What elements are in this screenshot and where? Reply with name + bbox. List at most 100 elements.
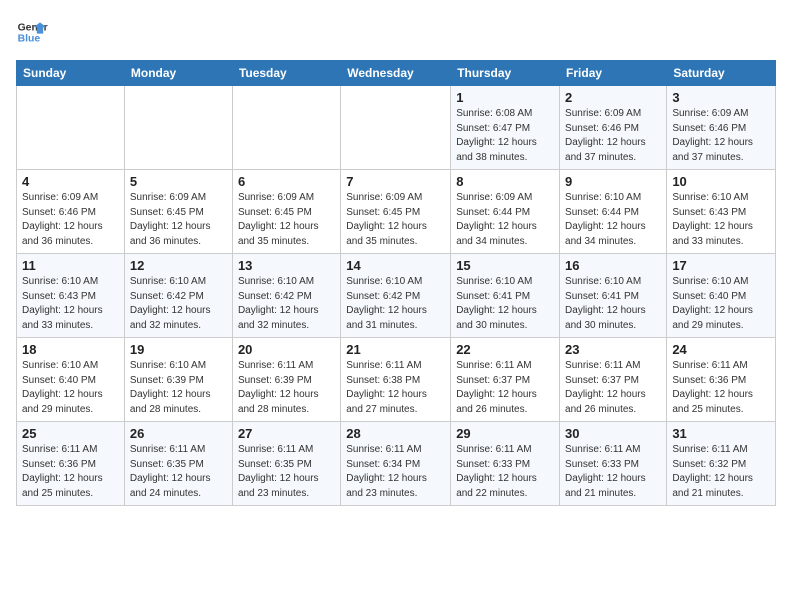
day-info: Sunrise: 6:11 AM Sunset: 6:37 PM Dayligh… [456,359,554,417]
day-number: 27 [238,426,335,441]
day-number: 30 [565,426,661,441]
day-number: 11 [22,258,119,273]
calendar-cell: 14 Sunrise: 6:10 AM Sunset: 6:42 PM Dayli… [341,254,451,338]
day-number: 20 [238,342,335,357]
day-number: 6 [238,174,335,189]
day-info: Sunrise: 6:10 AM Sunset: 6:40 PM Dayligh… [22,359,119,417]
calendar-cell: 21 Sunrise: 6:11 AM Sunset: 6:38 PM Dayli… [341,338,451,422]
day-header: Saturday [667,61,776,86]
svg-text:General: General [18,22,48,33]
day-info: Sunrise: 6:11 AM Sunset: 6:34 PM Dayligh… [346,443,445,501]
day-info: Sunrise: 6:11 AM Sunset: 6:33 PM Dayligh… [456,443,554,501]
calendar-cell: 19 Sunrise: 6:10 AM Sunset: 6:39 PM Dayli… [124,338,232,422]
day-number: 17 [672,258,770,273]
header: General Blue [16,16,776,48]
day-info: Sunrise: 6:10 AM Sunset: 6:42 PM Dayligh… [130,275,227,333]
calendar-week-row: 1 Sunrise: 6:08 AM Sunset: 6:47 PM Daylig… [17,86,776,170]
svg-text:Blue: Blue [18,34,41,45]
day-number: 7 [346,174,445,189]
day-info: Sunrise: 6:11 AM Sunset: 6:35 PM Dayligh… [238,443,335,501]
calendar-week-row: 25 Sunrise: 6:11 AM Sunset: 6:36 PM Dayli… [17,422,776,506]
day-number: 21 [346,342,445,357]
day-info: Sunrise: 6:08 AM Sunset: 6:47 PM Dayligh… [456,107,554,165]
calendar-cell: 18Sunrise: 6:10 AM Sunset: 6:40 PM Dayli… [17,338,125,422]
day-number: 23 [565,342,661,357]
calendar-cell [232,86,340,170]
calendar-cell: 3 Sunrise: 6:09 AM Sunset: 6:46 PM Daylig… [667,86,776,170]
calendar-cell: 9 Sunrise: 6:10 AM Sunset: 6:44 PM Daylig… [560,170,667,254]
day-info: Sunrise: 6:09 AM Sunset: 6:45 PM Dayligh… [346,191,445,249]
calendar-week-row: 4 Sunrise: 6:09 AM Sunset: 6:46 PM Daylig… [17,170,776,254]
logo: General Blue [16,16,48,48]
calendar-cell [124,86,232,170]
day-number: 15 [456,258,554,273]
calendar-cell [17,86,125,170]
day-info: Sunrise: 6:09 AM Sunset: 6:45 PM Dayligh… [130,191,227,249]
day-info: Sunrise: 6:09 AM Sunset: 6:44 PM Dayligh… [456,191,554,249]
day-number: 25 [22,426,119,441]
day-info: Sunrise: 6:10 AM Sunset: 6:41 PM Dayligh… [456,275,554,333]
day-header: Monday [124,61,232,86]
calendar-cell: 26Sunrise: 6:11 AM Sunset: 6:35 PM Dayli… [124,422,232,506]
day-number: 10 [672,174,770,189]
calendar-cell: 10 Sunrise: 6:10 AM Sunset: 6:43 PM Dayli… [667,170,776,254]
day-number: 2 [565,90,661,105]
day-info: Sunrise: 6:10 AM Sunset: 6:43 PM Dayligh… [672,191,770,249]
day-info: Sunrise: 6:11 AM Sunset: 6:36 PM Dayligh… [22,443,119,501]
day-info: Sunrise: 6:10 AM Sunset: 6:39 PM Dayligh… [130,359,227,417]
logo-icon: General Blue [16,16,48,48]
day-number: 24 [672,342,770,357]
day-number: 14 [346,258,445,273]
calendar-cell: 15 Sunrise: 6:10 AM Sunset: 6:41 PM Dayli… [451,254,560,338]
day-number: 29 [456,426,554,441]
day-info: Sunrise: 6:09 AM Sunset: 6:45 PM Dayligh… [238,191,335,249]
calendar-cell: 12 Sunrise: 6:10 AM Sunset: 6:42 PM Dayli… [124,254,232,338]
calendar-cell [341,86,451,170]
day-header: Wednesday [341,61,451,86]
day-header: Sunday [17,61,125,86]
calendar-cell: 17Sunrise: 6:10 AM Sunset: 6:40 PM Dayli… [667,254,776,338]
calendar-cell: 2 Sunrise: 6:09 AM Sunset: 6:46 PM Daylig… [560,86,667,170]
day-number: 5 [130,174,227,189]
day-info: Sunrise: 6:09 AM Sunset: 6:46 PM Dayligh… [565,107,661,165]
day-number: 31 [672,426,770,441]
day-info: Sunrise: 6:10 AM Sunset: 6:44 PM Dayligh… [565,191,661,249]
day-info: Sunrise: 6:10 AM Sunset: 6:41 PM Dayligh… [565,275,661,333]
calendar-week-row: 11Sunrise: 6:10 AM Sunset: 6:43 PM Dayli… [17,254,776,338]
calendar-cell: 24 Sunrise: 6:11 AM Sunset: 6:36 PM Dayli… [667,338,776,422]
day-number: 1 [456,90,554,105]
day-header: Tuesday [232,61,340,86]
day-info: Sunrise: 6:11 AM Sunset: 6:37 PM Dayligh… [565,359,661,417]
day-number: 13 [238,258,335,273]
calendar-cell: 30 Sunrise: 6:11 AM Sunset: 6:33 PM Dayli… [560,422,667,506]
calendar-cell: 11Sunrise: 6:10 AM Sunset: 6:43 PM Dayli… [17,254,125,338]
day-info: Sunrise: 6:09 AM Sunset: 6:46 PM Dayligh… [672,107,770,165]
calendar-cell: 29 Sunrise: 6:11 AM Sunset: 6:33 PM Dayli… [451,422,560,506]
day-info: Sunrise: 6:10 AM Sunset: 6:42 PM Dayligh… [346,275,445,333]
calendar-cell: 6 Sunrise: 6:09 AM Sunset: 6:45 PM Daylig… [232,170,340,254]
calendar-cell: 16Sunrise: 6:10 AM Sunset: 6:41 PM Dayli… [560,254,667,338]
day-info: Sunrise: 6:10 AM Sunset: 6:42 PM Dayligh… [238,275,335,333]
day-info: Sunrise: 6:11 AM Sunset: 6:38 PM Dayligh… [346,359,445,417]
day-info: Sunrise: 6:09 AM Sunset: 6:46 PM Dayligh… [22,191,119,249]
day-number: 22 [456,342,554,357]
day-number: 3 [672,90,770,105]
day-number: 9 [565,174,661,189]
calendar-cell: 7 Sunrise: 6:09 AM Sunset: 6:45 PM Daylig… [341,170,451,254]
day-number: 8 [456,174,554,189]
calendar-table: SundayMondayTuesdayWednesdayThursdayFrid… [16,60,776,506]
day-info: Sunrise: 6:11 AM Sunset: 6:33 PM Dayligh… [565,443,661,501]
day-number: 12 [130,258,227,273]
calendar-cell: 5 Sunrise: 6:09 AM Sunset: 6:45 PM Daylig… [124,170,232,254]
calendar-cell: 25 Sunrise: 6:11 AM Sunset: 6:36 PM Dayli… [17,422,125,506]
day-number: 28 [346,426,445,441]
day-number: 4 [22,174,119,189]
day-number: 19 [130,342,227,357]
calendar-cell: 23 Sunrise: 6:11 AM Sunset: 6:37 PM Dayli… [560,338,667,422]
day-info: Sunrise: 6:11 AM Sunset: 6:36 PM Dayligh… [672,359,770,417]
calendar-cell: 1 Sunrise: 6:08 AM Sunset: 6:47 PM Daylig… [451,86,560,170]
day-info: Sunrise: 6:11 AM Sunset: 6:35 PM Dayligh… [130,443,227,501]
calendar-cell: 20Sunrise: 6:11 AM Sunset: 6:39 PM Dayli… [232,338,340,422]
day-header: Friday [560,61,667,86]
calendar-cell: 31Sunrise: 6:11 AM Sunset: 6:32 PM Dayli… [667,422,776,506]
